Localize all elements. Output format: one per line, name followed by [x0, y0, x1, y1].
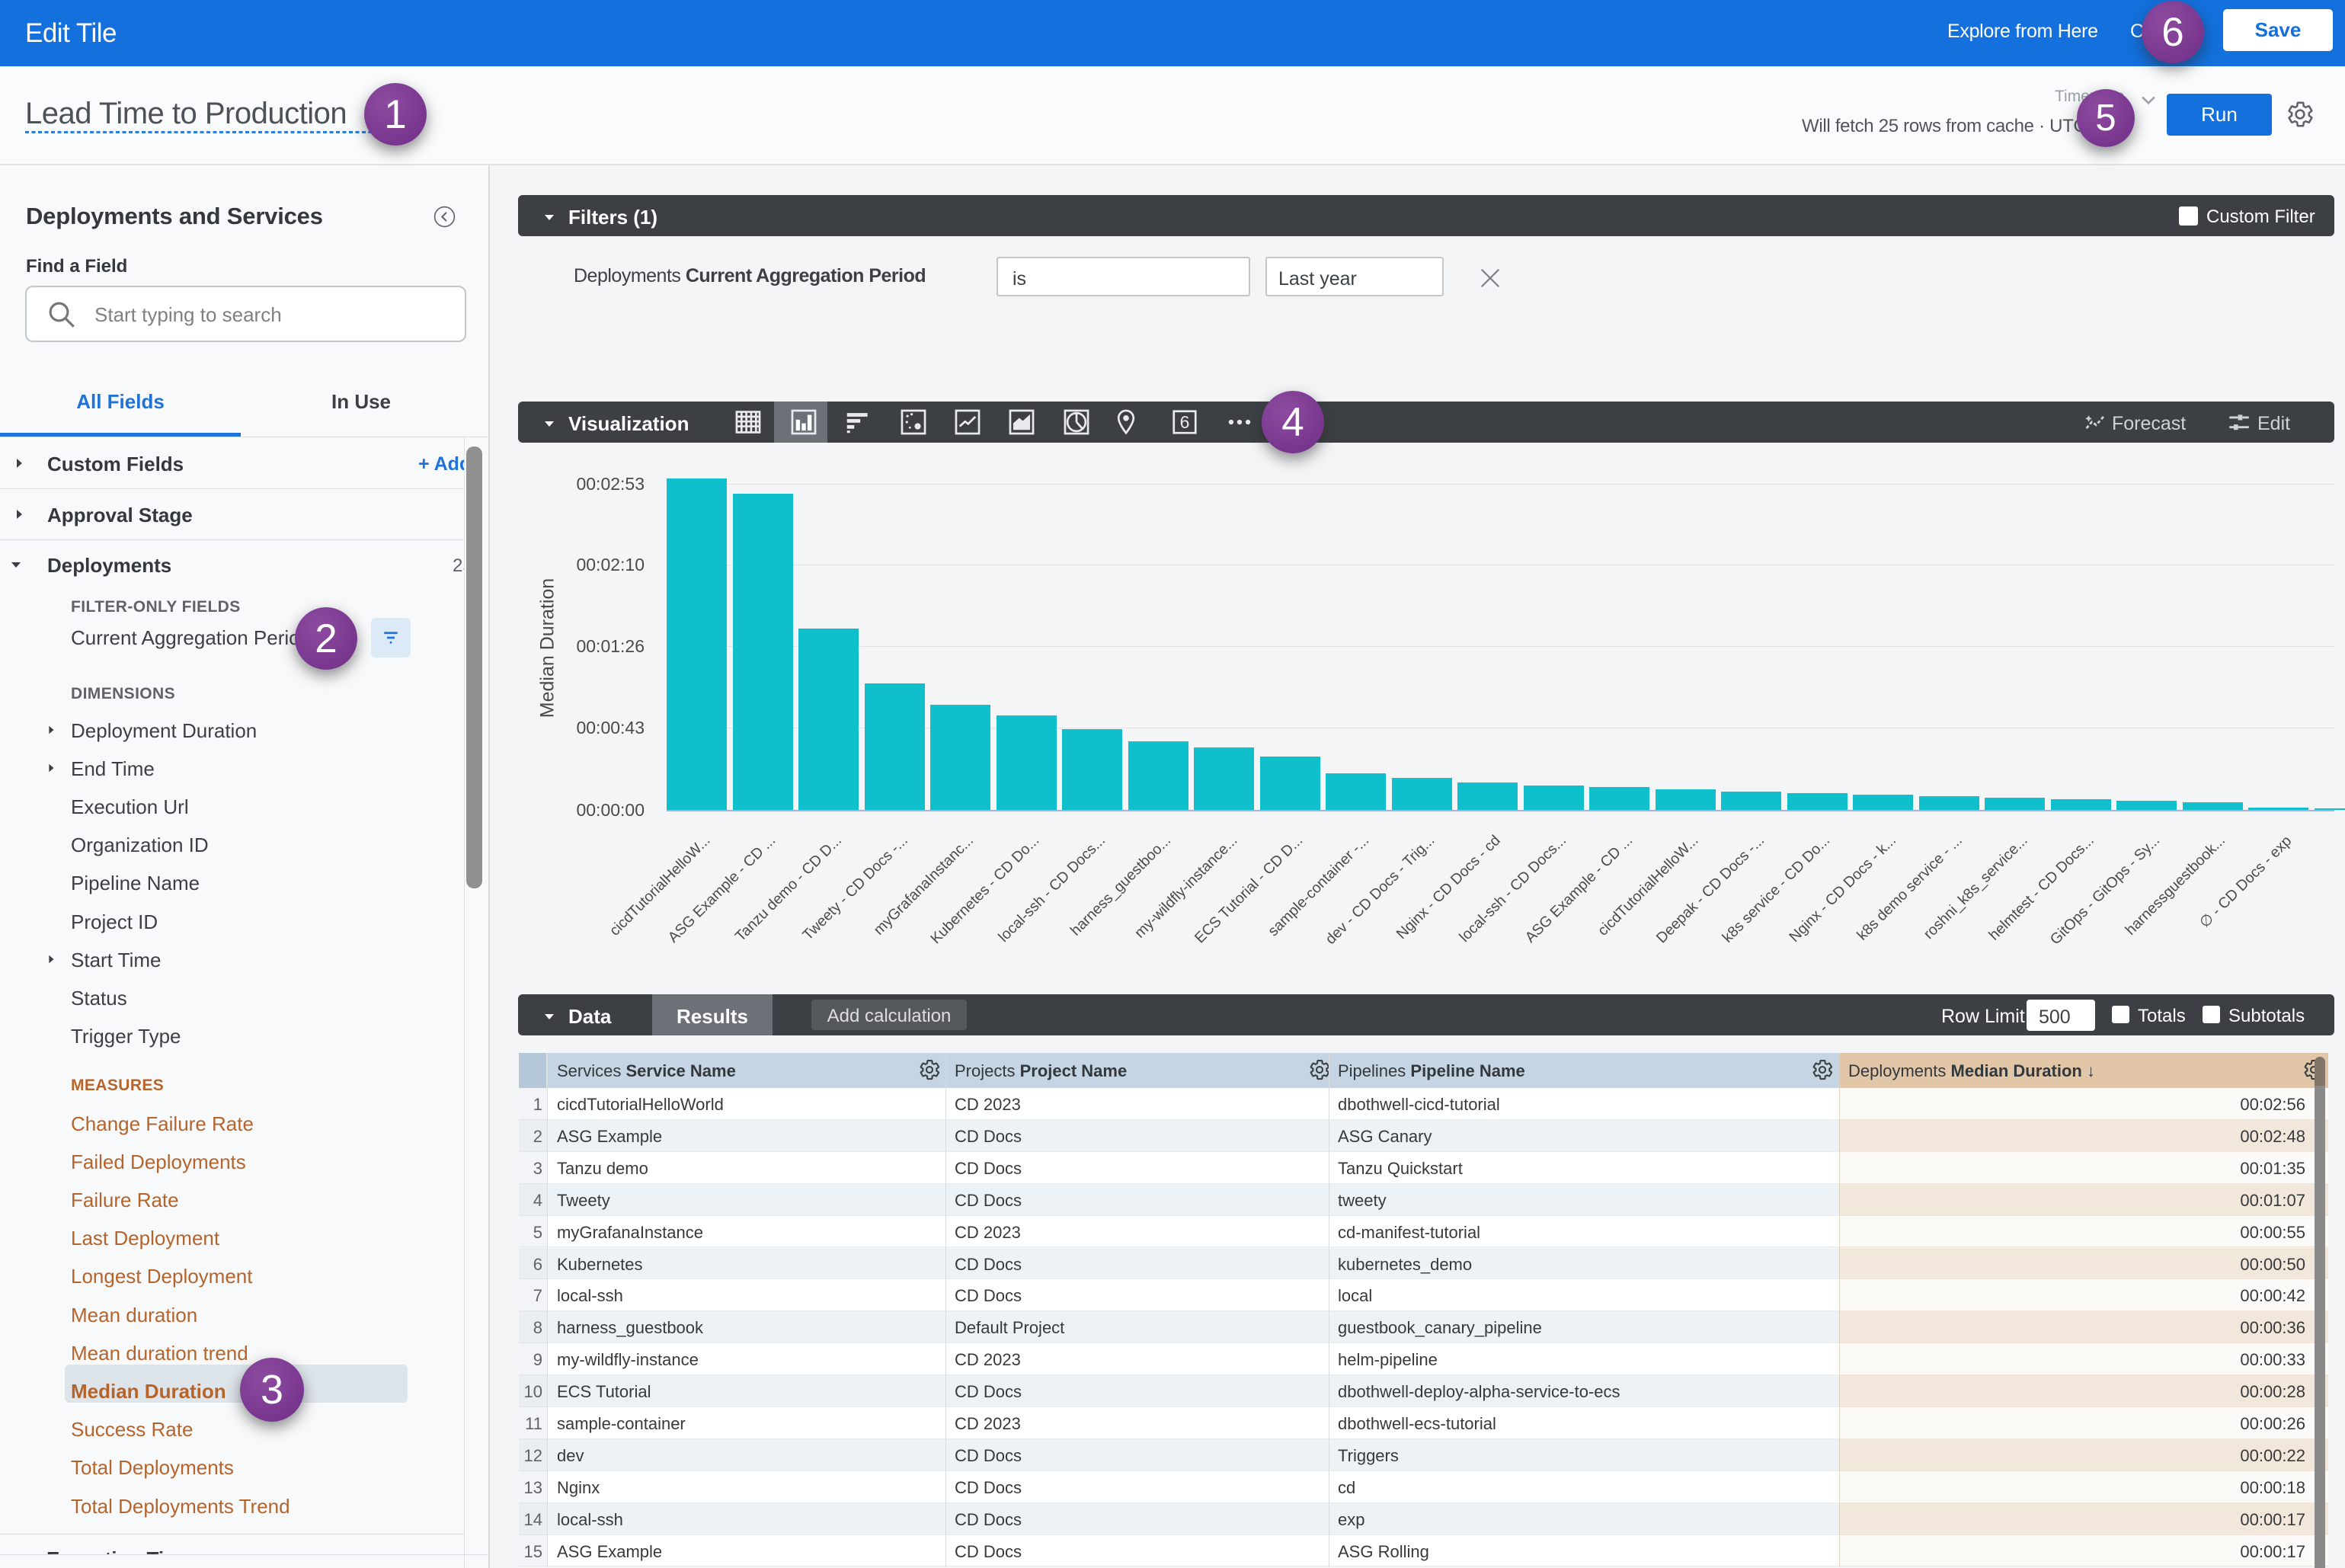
- svg-text:6: 6: [1180, 412, 1190, 432]
